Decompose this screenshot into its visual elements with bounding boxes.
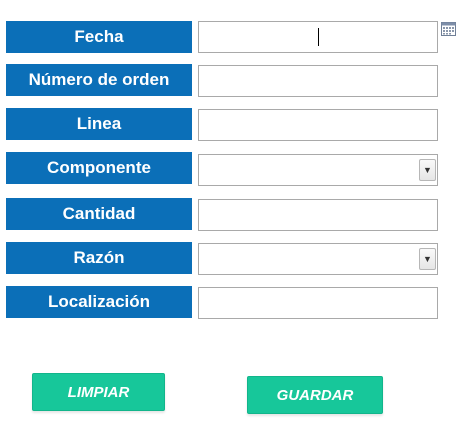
fecha-field[interactable] bbox=[198, 21, 438, 53]
calendar-icon[interactable] bbox=[441, 22, 456, 36]
text-caret bbox=[318, 28, 319, 46]
razon-select[interactable]: ▼ bbox=[198, 243, 438, 275]
numero-de-orden-label: Número de orden bbox=[6, 64, 192, 96]
cantidad-input[interactable] bbox=[199, 200, 437, 230]
localizacion-field[interactable] bbox=[198, 287, 438, 319]
cantidad-label: Cantidad bbox=[6, 198, 192, 230]
razon-label: Razón bbox=[6, 242, 192, 274]
chevron-down-icon[interactable]: ▼ bbox=[419, 159, 436, 181]
clear-button[interactable]: LIMPIAR bbox=[32, 373, 165, 411]
chevron-down-icon[interactable]: ▼ bbox=[419, 248, 436, 270]
componente-label: Componente bbox=[6, 152, 192, 184]
linea-label: Linea bbox=[6, 108, 192, 140]
localizacion-input[interactable] bbox=[199, 288, 437, 318]
numero-de-orden-field[interactable] bbox=[198, 65, 438, 97]
linea-field[interactable] bbox=[198, 109, 438, 141]
fecha-label: Fecha bbox=[6, 21, 192, 53]
componente-select[interactable]: ▼ bbox=[198, 154, 438, 186]
numero-de-orden-input[interactable] bbox=[199, 66, 437, 96]
save-button[interactable]: GUARDAR bbox=[247, 376, 383, 414]
linea-input[interactable] bbox=[199, 110, 437, 140]
localizacion-label: Localización bbox=[6, 286, 192, 318]
cantidad-field[interactable] bbox=[198, 199, 438, 231]
